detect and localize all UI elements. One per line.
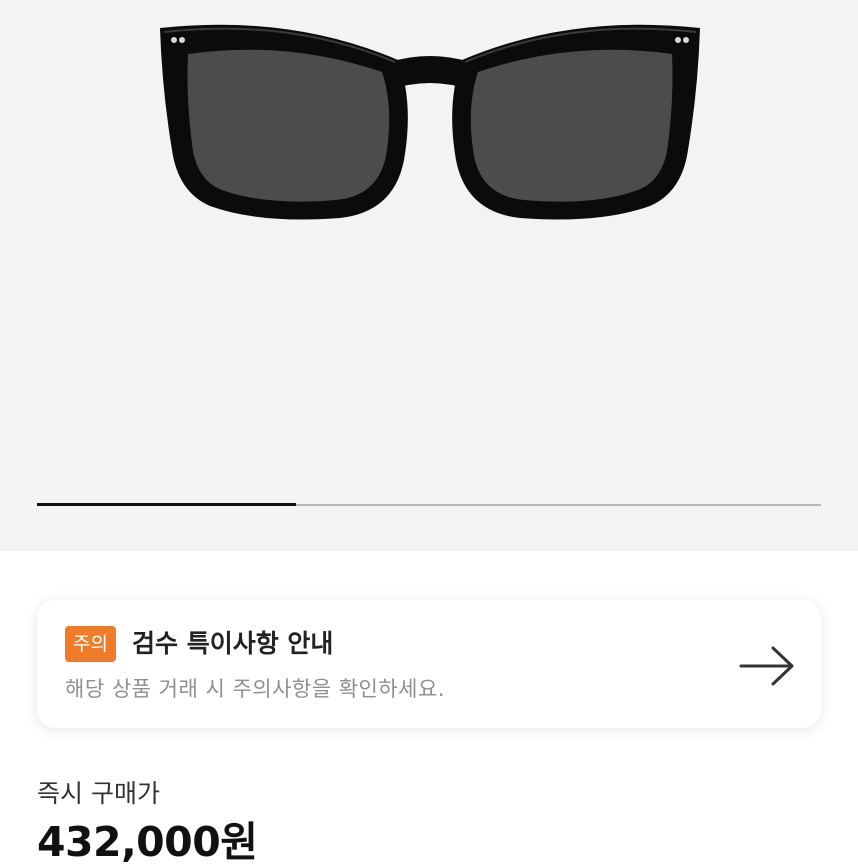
arrow-right-icon[interactable]	[737, 644, 797, 688]
notice-title: 검수 특이사항 안내	[132, 629, 334, 658]
instant-buy-price: 432,000원	[37, 818, 258, 866]
notice-subtitle: 해당 상품 거래 시 주의사항을 확인하세요.	[65, 677, 445, 701]
caution-badge: 주의	[65, 626, 116, 662]
product-image-gallery[interactable]	[0, 0, 858, 551]
instant-buy-price-label: 즉시 구매가	[37, 779, 160, 808]
sunglasses-image	[160, 24, 700, 220]
gallery-progress-track	[37, 503, 821, 506]
gallery-progress-fill	[37, 503, 296, 506]
inspection-notice-card[interactable]: 주의 검수 특이사항 안내 해당 상품 거래 시 주의사항을 확인하세요.	[37, 600, 821, 728]
